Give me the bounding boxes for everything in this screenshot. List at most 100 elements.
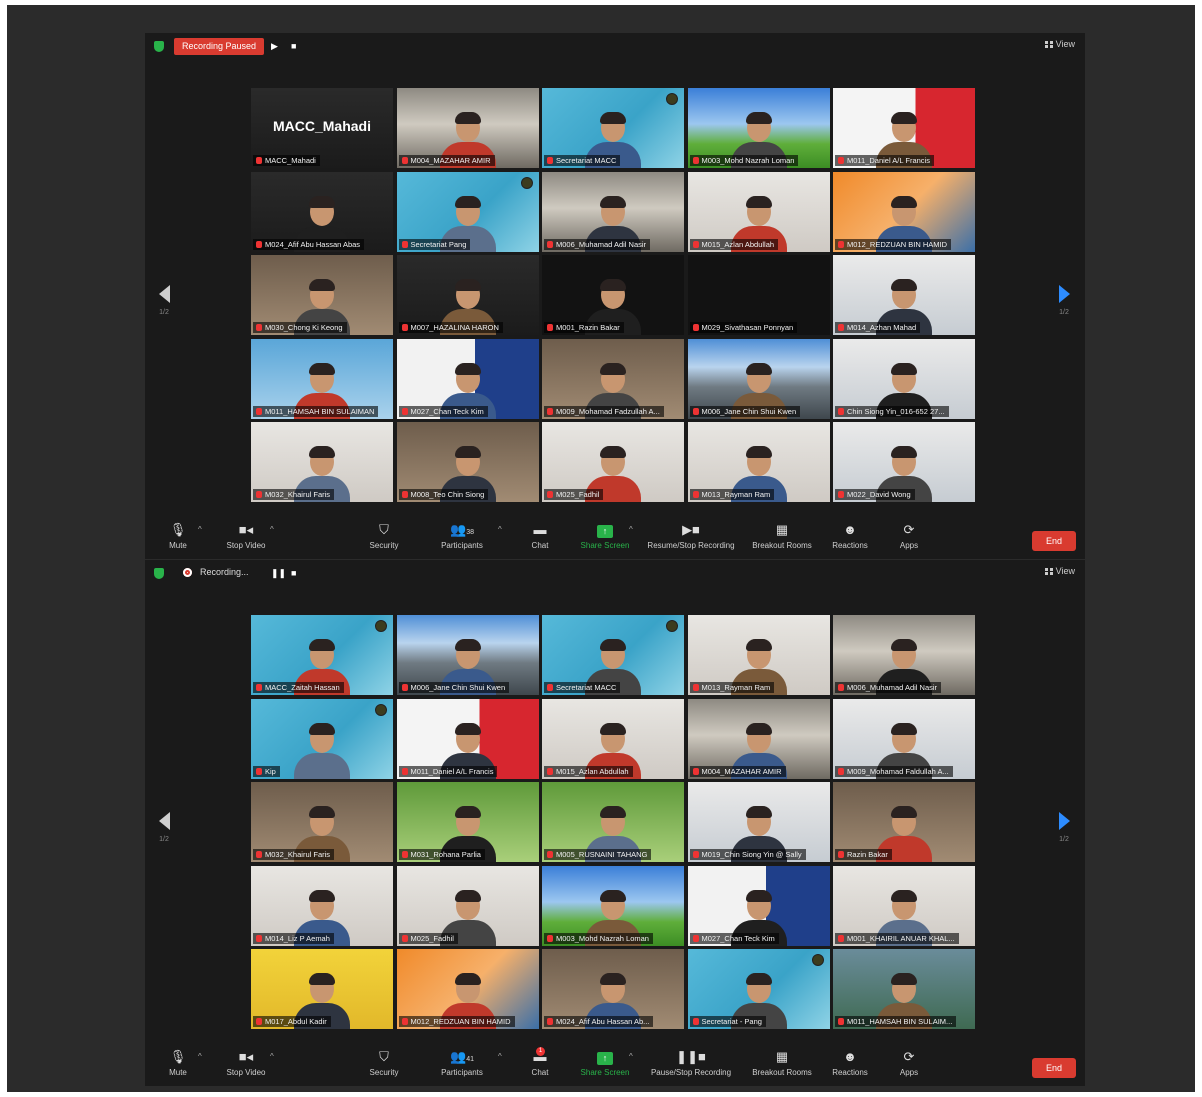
participant-tile[interactable]: M009_Mohamad Faldullah A... <box>833 698 975 779</box>
video-options-caret-icon[interactable]: ^ <box>270 1052 274 1061</box>
participant-tile[interactable]: M001_Razin Bakar <box>542 255 684 335</box>
apps-button[interactable]: ⟳ Apps <box>895 1050 923 1078</box>
mute-button[interactable]: 🎙 Mute <box>163 523 193 551</box>
participant-tile[interactable]: M008_Teo Chin Siong <box>396 422 539 502</box>
share-options-caret-icon[interactable]: ^ <box>629 1052 633 1061</box>
view-grid-icon <box>1044 568 1053 575</box>
participant-tile[interactable]: M013_Rayman Ram <box>687 615 830 695</box>
resume-recording-icon[interactable]: ▶ <box>271 41 278 51</box>
reactions-button[interactable]: ☻ Reactions <box>828 1050 872 1078</box>
participants-options-caret-icon[interactable]: ^ <box>498 1052 502 1061</box>
participant-tile[interactable]: M030_Chong Ki Keong <box>251 255 393 335</box>
participant-tile[interactable]: M032_Khairul Faris <box>251 782 393 862</box>
share-screen-button[interactable]: ↑ Share Screen <box>575 523 635 550</box>
apps-button[interactable]: ⟳ Apps <box>895 523 923 551</box>
participant-tile[interactable]: M032_Khairul Faris <box>251 422 393 502</box>
participant-tile[interactable]: M005_RUSNAINI TAHANG <box>542 782 684 862</box>
participant-tile[interactable]: M009_Mohamad Fadzullah A... <box>542 338 684 419</box>
participant-tile[interactable]: M025_Fadhil <box>396 865 539 946</box>
next-page-button[interactable]: 1/2 <box>1057 285 1071 316</box>
recording-status-text[interactable]: Recording... <box>200 567 249 577</box>
mute-options-caret-icon[interactable]: ^ <box>198 525 202 534</box>
reactions-button[interactable]: ☻ Reactions <box>828 523 872 551</box>
participant-tile[interactable]: M004_MAZAHAR AMIR <box>396 88 539 168</box>
pause-recording-icon[interactable]: ❚❚ <box>271 568 286 578</box>
participant-tile[interactable]: M003_Mohd Nazrah Loman <box>687 88 830 168</box>
participant-tile[interactable]: MACC_Zaitah Hassan <box>251 615 393 695</box>
recording-control-button[interactable]: ▶■ Resume/Stop Recording <box>641 523 741 551</box>
security-button[interactable]: ⛉ Security <box>363 523 405 551</box>
recording-control-button[interactable]: ❚❚■ Pause/Stop Recording <box>641 1050 741 1078</box>
participant-tile[interactable]: M006_Jane Chin Shui Kwen <box>396 615 539 695</box>
participant-tile[interactable]: M006_Jane Chin Shui Kwen <box>687 338 830 419</box>
participant-tile[interactable]: Razin Bakar <box>833 782 975 862</box>
participant-tile[interactable]: M015_Azlan Abdullah <box>687 171 830 252</box>
end-meeting-button[interactable]: End <box>1032 1058 1076 1078</box>
participant-tile[interactable]: M019_Chin Siong Yin @ Sally <box>687 782 830 862</box>
participant-tile[interactable]: M014_Azhan Mahad <box>833 255 975 335</box>
share-options-caret-icon[interactable]: ^ <box>629 525 633 534</box>
participant-tile[interactable]: MACC_Mahadi MACC_Mahadi <box>251 88 393 168</box>
participant-tile[interactable]: M012_REDZUAN BIN HAMID <box>833 171 975 252</box>
participant-tile[interactable]: M025_Fadhil <box>542 422 684 502</box>
participant-tile[interactable]: Secretariat MACC <box>542 88 684 168</box>
prev-page-button[interactable]: 1/2 <box>157 812 171 843</box>
participant-tile[interactable]: M031_Rohana Parlia <box>396 782 539 862</box>
participants-button[interactable]: 👥38 Participants <box>435 523 489 551</box>
participant-tile[interactable]: M011_Daniel A/L Francis <box>396 698 539 779</box>
stop-video-button[interactable]: ■◂ Stop Video <box>221 1050 271 1078</box>
participant-tile[interactable]: M014_Liz P Aemah <box>251 865 393 946</box>
muted-microphone-icon <box>547 491 553 498</box>
participant-tile[interactable]: M017_Abdul Kadir <box>251 949 393 1029</box>
participant-tile[interactable]: M001_KHAIRIL ANUAR KHAL... <box>833 865 975 946</box>
participant-tile[interactable]: M015_Azlan Abdullah <box>542 698 684 779</box>
participant-tile[interactable]: Secretariat - Pang <box>687 949 830 1029</box>
participant-tile[interactable]: Chin Siong Yin_016-652 27... <box>833 338 975 419</box>
participant-tile[interactable]: Kip <box>251 698 393 779</box>
view-button[interactable]: View <box>1044 39 1075 49</box>
breakout-rooms-button[interactable]: ▦ Breakout Rooms <box>747 1050 817 1078</box>
participant-tile[interactable]: M007_HAZALINA HARON <box>396 255 539 335</box>
chat-button[interactable]: ▬ Chat <box>525 523 555 551</box>
stop-recording-icon[interactable]: ■ <box>291 41 296 51</box>
breakout-rooms-button[interactable]: ▦ Breakout Rooms <box>747 523 817 551</box>
participant-name-label: M012_REDZUAN BIN HAMID <box>835 238 952 250</box>
participant-tile[interactable]: M011_HAMSAH BIN SULAIM... <box>833 949 975 1029</box>
participant-tile[interactable]: M006_Muhamad Adil Nasir <box>542 171 684 252</box>
participant-tile[interactable]: M011_Daniel A/L Francis <box>833 88 975 168</box>
participant-tile[interactable]: M006_Muhamad Adil Nasir <box>833 615 975 695</box>
participant-name-label: M009_Mohamad Fadzullah A... <box>544 405 664 417</box>
participant-tile[interactable]: Secretariat Pang <box>396 171 539 252</box>
muted-microphone-icon <box>547 407 553 415</box>
participant-tile[interactable]: M022_David Wong <box>833 422 975 502</box>
share-screen-button[interactable]: ↑ Share Screen <box>575 1050 635 1077</box>
participant-tile[interactable]: M012_REDZUAN BIN HAMID <box>396 949 539 1029</box>
security-button[interactable]: ⛉ Security <box>363 1050 405 1078</box>
participant-tile[interactable]: M013_Rayman Ram <box>687 422 830 502</box>
participant-tile[interactable]: M024_Afif Abu Hassan Ab... <box>542 949 684 1029</box>
end-meeting-button[interactable]: End <box>1032 531 1076 551</box>
participant-tile[interactable]: M004_MAZAHAR AMIR <box>687 698 830 779</box>
recording-status-badge[interactable]: Recording Paused <box>174 38 265 55</box>
video-options-caret-icon[interactable]: ^ <box>270 525 274 534</box>
mute-button[interactable]: 🎙 Mute <box>163 1050 193 1078</box>
participant-name-label: M032_Khairul Faris <box>253 849 335 860</box>
chat-button[interactable]: ▬ 1 Chat <box>525 1047 555 1077</box>
participant-tile[interactable]: M024_Afif Abu Hassan Abas <box>251 171 393 252</box>
prev-page-button[interactable]: 1/2 <box>157 285 171 316</box>
next-page-button[interactable]: 1/2 <box>1057 812 1071 843</box>
participants-button[interactable]: 👥41 Participants <box>435 1050 489 1078</box>
encryption-shield-icon[interactable] <box>154 568 164 579</box>
view-button[interactable]: View <box>1044 566 1075 576</box>
participant-tile[interactable]: Secretariat MACC <box>542 615 684 695</box>
participant-tile[interactable]: M027_Chan Teck Kim <box>396 338 539 419</box>
mute-options-caret-icon[interactable]: ^ <box>198 1052 202 1061</box>
participant-tile[interactable]: M027_Chan Teck Kim <box>687 865 830 946</box>
participant-tile[interactable]: M011_HAMSAH BIN SULAIMAN <box>251 338 393 419</box>
stop-video-button[interactable]: ■◂ Stop Video <box>221 523 271 551</box>
participant-tile[interactable]: M003_Mohd Nazrah Loman <box>542 865 684 946</box>
stop-recording-icon[interactable]: ■ <box>291 568 296 578</box>
participant-tile[interactable]: M029_Sivathasan Ponnyan <box>687 255 830 335</box>
participants-options-caret-icon[interactable]: ^ <box>498 525 502 534</box>
encryption-shield-icon[interactable] <box>154 41 164 52</box>
